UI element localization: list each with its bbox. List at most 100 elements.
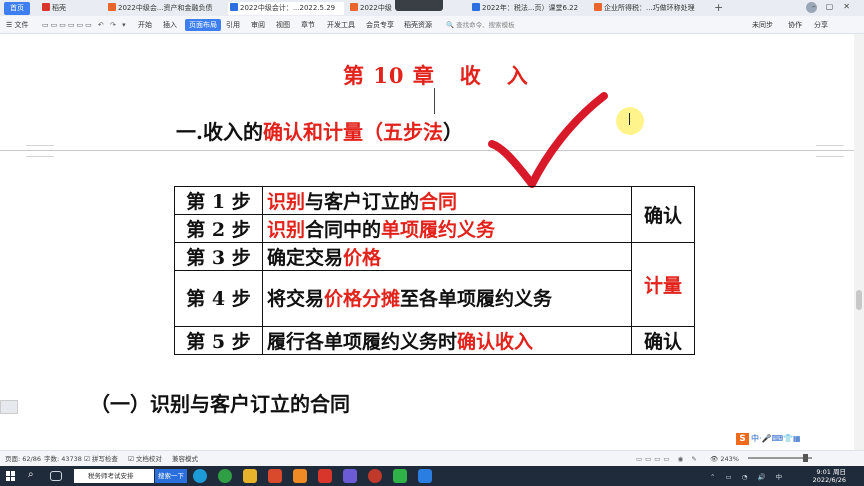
description-segment: 将交易 xyxy=(267,287,325,310)
description-segment: 与客户订立的 xyxy=(305,191,420,213)
red-checkmark-annotation xyxy=(488,92,608,188)
word-icon xyxy=(230,3,238,11)
table-row: 第 5 步 履行各单项履约义务时确认收入 确认 xyxy=(174,326,695,355)
description-segment: 合同 xyxy=(419,191,458,213)
app-red-icon[interactable] xyxy=(268,469,282,483)
proofread-label: 文档校对 xyxy=(135,455,162,463)
ribbon: ☰ 文件 ▭▭▭▭▭▭ ↶ ↷ ▾ 开始 插入 页面布局 引用 审阅 视图 章节… xyxy=(0,16,864,34)
word-icon xyxy=(472,3,480,11)
tab-label: 2022年：税法...页）课堂6.22 xyxy=(482,4,579,12)
tab-doc-1[interactable]: 2022中级会...资产和金融负债 xyxy=(106,2,224,15)
document-canvas[interactable]: 第 10 章 收 入 一.收入的确认和计量（五步法） 第 1 步 识别与客户订立… xyxy=(0,34,854,450)
description-segment: 确定交易 xyxy=(267,247,344,269)
ribbon-tab-layout[interactable]: 页面布局 xyxy=(185,19,221,31)
ribbon-tab-member[interactable]: 会员专享 xyxy=(366,20,394,30)
description-segment: 单项履约义务 xyxy=(381,219,496,241)
spellcheck-toggle[interactable]: ☑ 拼写检查 xyxy=(84,454,118,464)
sync-status[interactable]: 未同步 xyxy=(752,20,773,30)
ribbon-tab-insert[interactable]: 插入 xyxy=(163,20,177,30)
mouse-ibeam-icon xyxy=(629,113,631,125)
tab-docer[interactable]: 稻壳 xyxy=(40,2,102,15)
zoom-level[interactable]: 👁 243% xyxy=(710,454,739,464)
tab-home[interactable]: 首页 xyxy=(4,2,30,15)
text-caret xyxy=(434,88,435,114)
taskbar-clock[interactable]: 9:01 周日 2022/6/26 xyxy=(813,468,846,484)
word-count[interactable]: 字数: 43738 xyxy=(44,454,82,464)
ribbon-tab-developer[interactable]: 开发工具 xyxy=(327,20,355,30)
scrollbar-thumb[interactable] xyxy=(856,290,862,310)
command-search[interactable]: 🔍 查找命令、搜索模板 xyxy=(446,19,541,31)
compat-mode: 兼容模式 xyxy=(172,455,198,463)
tab-label: 2022中级会...资产和金融负债 xyxy=(118,4,213,12)
tab-doc-2[interactable]: 2022中级会计：...2022.5.29 xyxy=(228,2,344,15)
ribbon-tab-review[interactable]: 审阅 xyxy=(251,20,265,30)
clock-date: 2022/6/26 xyxy=(812,476,846,484)
collab-button[interactable]: 协作 xyxy=(788,20,802,30)
step-cell: 第 4 步 xyxy=(174,270,263,327)
nav-pane-toggle[interactable] xyxy=(0,400,18,414)
clock-time: 9:01 周日 xyxy=(816,468,846,476)
tab-doc-3[interactable]: 2022中级财 xyxy=(348,2,392,15)
view-mode-icons[interactable]: ▭▭▭▭ ◉ ✎ xyxy=(636,454,700,464)
tab-doc-4[interactable]: 2022年：税法...页）课堂6.22 xyxy=(470,2,588,15)
quick-access-icons[interactable]: ▭▭▭▭▭▭ ↶ ↷ ▾ xyxy=(42,20,128,30)
page-count[interactable]: 页面: 62/86 xyxy=(5,454,41,464)
browser-icon[interactable] xyxy=(193,469,207,483)
table-row: 第 3 步 确定交易价格 计量 xyxy=(174,242,695,327)
heading-suffix: ） xyxy=(442,120,463,144)
tab-label: 稻壳 xyxy=(52,4,66,12)
app-purple-icon[interactable] xyxy=(343,469,357,483)
zoom-slider-knob[interactable] xyxy=(803,454,808,462)
taskbar-search-button[interactable]: 搜索一下 xyxy=(155,469,187,483)
stage-confirm: 确认 xyxy=(631,186,695,243)
app-green-icon[interactable] xyxy=(218,469,232,483)
ribbon-tab-start[interactable]: 开始 xyxy=(138,20,152,30)
section-heading: 一.收入的确认和计量（五步法） xyxy=(176,116,463,145)
ppt-icon xyxy=(594,3,602,11)
tab-bar: 首页 稻壳 2022中级会...资产和金融负债 2022中级会计：...2022… xyxy=(0,0,864,16)
proofread-button[interactable]: ☑ 文档校对 xyxy=(128,454,162,464)
share-button[interactable]: 分享 xyxy=(814,20,828,30)
table-row: 第 1 步 识别与客户订立的合同 确认 xyxy=(174,186,695,243)
description-segment: 识别 xyxy=(267,191,306,213)
ppt-icon xyxy=(350,3,358,11)
ribbon-tab-section[interactable]: 章节 xyxy=(301,20,315,30)
wechat-icon[interactable] xyxy=(393,469,407,483)
folder-icon[interactable] xyxy=(243,469,257,483)
tab-label: 2022中级会计：...2022.5.29 xyxy=(240,4,336,12)
description-segment: 价格分摊 xyxy=(324,287,401,310)
windows-taskbar: ⌕ 税务师考试安排 搜索一下 ⌃ ▭ ◔ 🔊 中 9:01 周日 2022/6/2… xyxy=(0,466,864,486)
subsection-heading: （一）识别与客户订立的合同 xyxy=(90,392,350,416)
five-step-table: 第 1 步 识别与客户订立的合同 确认 第 2 步 识别合同中的单项履约义务 第… xyxy=(174,186,695,355)
ribbon-tab-references[interactable]: 引用 xyxy=(226,20,240,30)
tab-label: 2022中级财 xyxy=(360,4,392,12)
step-cell: 第 5 步 xyxy=(174,326,263,355)
page-break-line xyxy=(0,150,854,151)
ribbon-tab-view[interactable]: 视图 xyxy=(276,20,290,30)
taskbar-search-input[interactable]: 税务师考试安排 xyxy=(74,469,154,483)
new-tab-icon[interactable]: + xyxy=(714,1,723,14)
app-orange-icon[interactable] xyxy=(293,469,307,483)
step-description: 识别合同中的单项履约义务 xyxy=(262,214,632,243)
window-controls[interactable]: –▢✕ xyxy=(812,2,860,11)
step-cell: 第 3 步 xyxy=(174,242,263,271)
ribbon-tab-docer[interactable]: 稻壳资源 xyxy=(404,20,432,30)
table-row: 第 2 步 识别合同中的单项履约义务 xyxy=(174,214,695,243)
app-record-icon[interactable] xyxy=(368,469,382,483)
recording-toolbar[interactable] xyxy=(395,0,443,11)
tab-label: 企业所得税：...巧做环称处理 xyxy=(604,4,695,12)
search-icon[interactable]: ⌕ xyxy=(28,469,42,483)
task-view-icon[interactable] xyxy=(50,471,62,481)
ime-toolbar[interactable]: S 中·🎤⌨👕▦ xyxy=(736,432,826,445)
table-row: 第 4 步 将交易价格分摊至各单项履约义务 xyxy=(174,270,695,327)
step-cell: 第 1 步 xyxy=(174,186,263,215)
description-segment: 合同中的 xyxy=(305,219,382,241)
tray-icons[interactable]: ⌃ ▭ ◔ 🔊 中 xyxy=(710,472,786,482)
docer-icon xyxy=(42,3,50,11)
tab-doc-5[interactable]: 企业所得税：...巧做环称处理 xyxy=(592,2,710,15)
file-menu[interactable]: ☰ 文件 xyxy=(6,20,29,30)
wps-icon[interactable] xyxy=(318,469,332,483)
windows-start-icon[interactable] xyxy=(6,471,16,481)
app-blue-icon[interactable] xyxy=(418,469,432,483)
vertical-scrollbar[interactable] xyxy=(854,34,864,450)
